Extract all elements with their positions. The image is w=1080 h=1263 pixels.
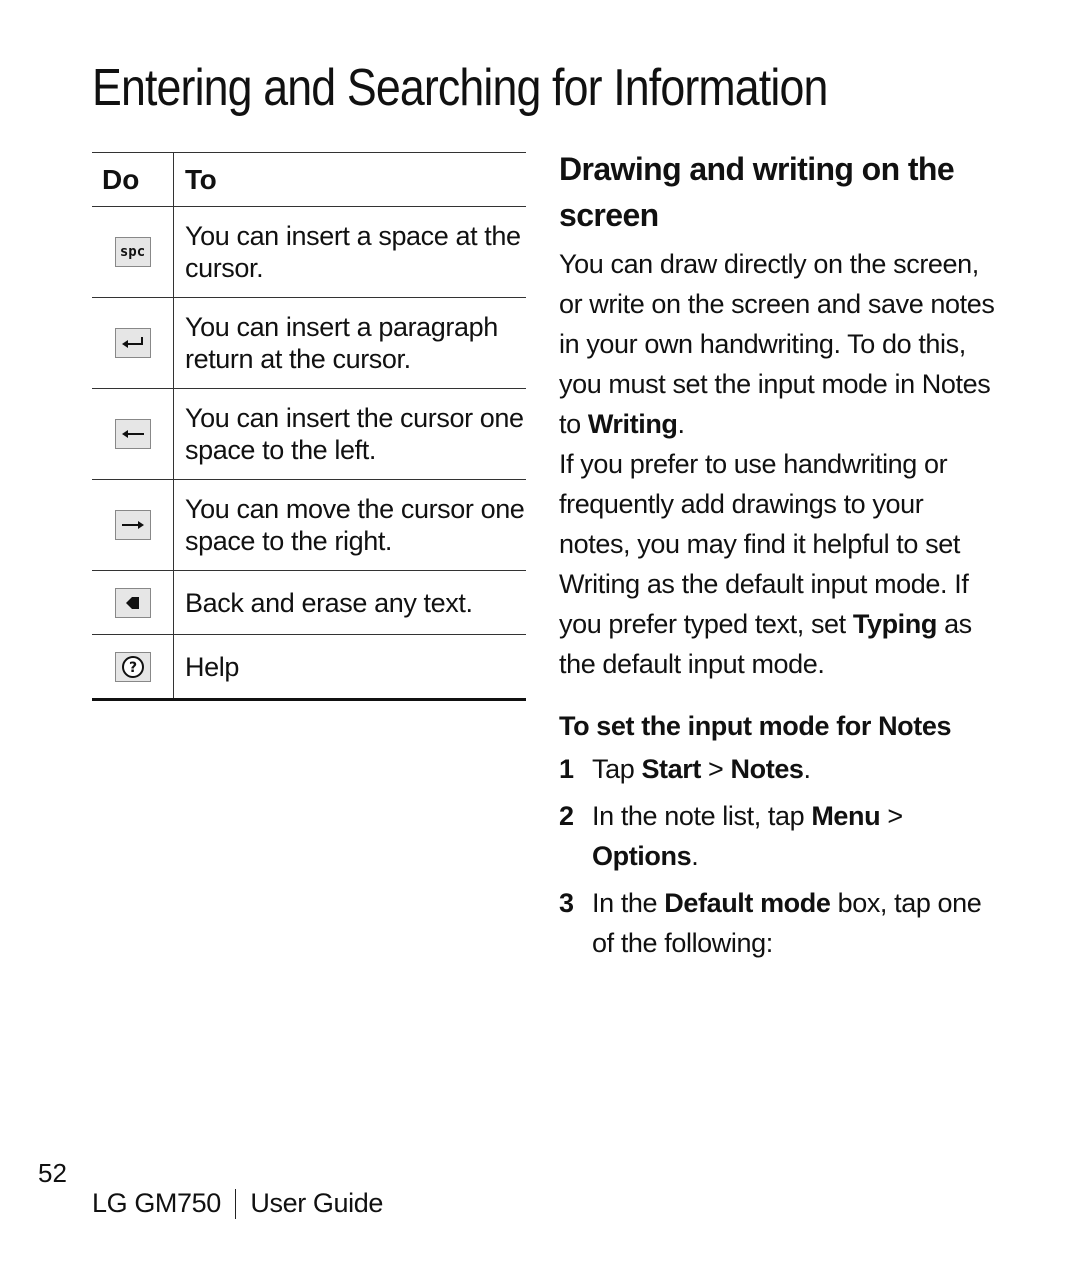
table-row: You can insert the cursor one space to t…: [92, 389, 526, 480]
table-row: spc You can insert a space at the cursor…: [92, 207, 526, 298]
table-row: You can insert a paragraph return at the…: [92, 298, 526, 389]
step-number: 1: [559, 754, 574, 784]
row-description: You can insert a paragraph return at the…: [185, 312, 498, 374]
left-arrow-key-icon: [114, 419, 151, 449]
step-number: 3: [559, 888, 574, 918]
row-description: Help: [185, 651, 239, 682]
footer-model: LG GM750: [92, 1188, 221, 1218]
table-row: Back and erase any text.: [92, 571, 526, 635]
row-description: Back and erase any text.: [185, 587, 473, 618]
header-do: Do: [92, 153, 174, 206]
row-description: You can insert a space at the cursor.: [185, 221, 521, 283]
procedure-title: To set the input mode for Notes: [559, 711, 952, 741]
term-writing: Writing: [587, 409, 678, 439]
enter-key-icon: [114, 328, 151, 358]
row-description: You can move the cursor one space to the…: [185, 494, 525, 556]
backspace-key-icon: [114, 587, 151, 618]
help-key-icon: ?: [114, 651, 151, 682]
footer-divider: [234, 1188, 237, 1219]
step-number: 2: [559, 801, 574, 831]
table-row: You can move the cursor one space to the…: [92, 480, 526, 571]
right-column: Drawing and writing on the screen You ca…: [559, 146, 999, 963]
section-title: Drawing and writing on the screen: [559, 151, 955, 233]
step-3: 3 In the Default mode box, tap one of th…: [559, 883, 999, 963]
step-2: 2 In the note list, tap Menu > Options.: [559, 796, 999, 876]
page-title: Entering and Searching for Information: [92, 59, 828, 117]
row-description: You can insert the cursor one space to t…: [185, 403, 524, 465]
paragraph-intro: You can draw directly on the screen, or …: [559, 249, 995, 439]
term-typing: Typing: [852, 609, 937, 639]
right-arrow-key-icon: [114, 510, 151, 540]
space-key-icon: spc: [114, 237, 151, 267]
header-to: To: [185, 163, 217, 195]
table-header-row: Do To: [92, 153, 526, 207]
do-to-table: Do To spc You can insert a space at the …: [92, 152, 526, 701]
footer-doc-title: User Guide: [250, 1188, 383, 1218]
paragraph-default-mode: If you prefer to use handwriting or freq…: [559, 449, 972, 679]
svg-text:?: ?: [128, 660, 136, 676]
table-row: ? Help: [92, 635, 526, 698]
step-1: 1 Tap Start > Notes.: [559, 749, 999, 789]
page-number: 52: [38, 1158, 67, 1188]
footer: LG GM750 User Guide: [92, 1188, 383, 1219]
